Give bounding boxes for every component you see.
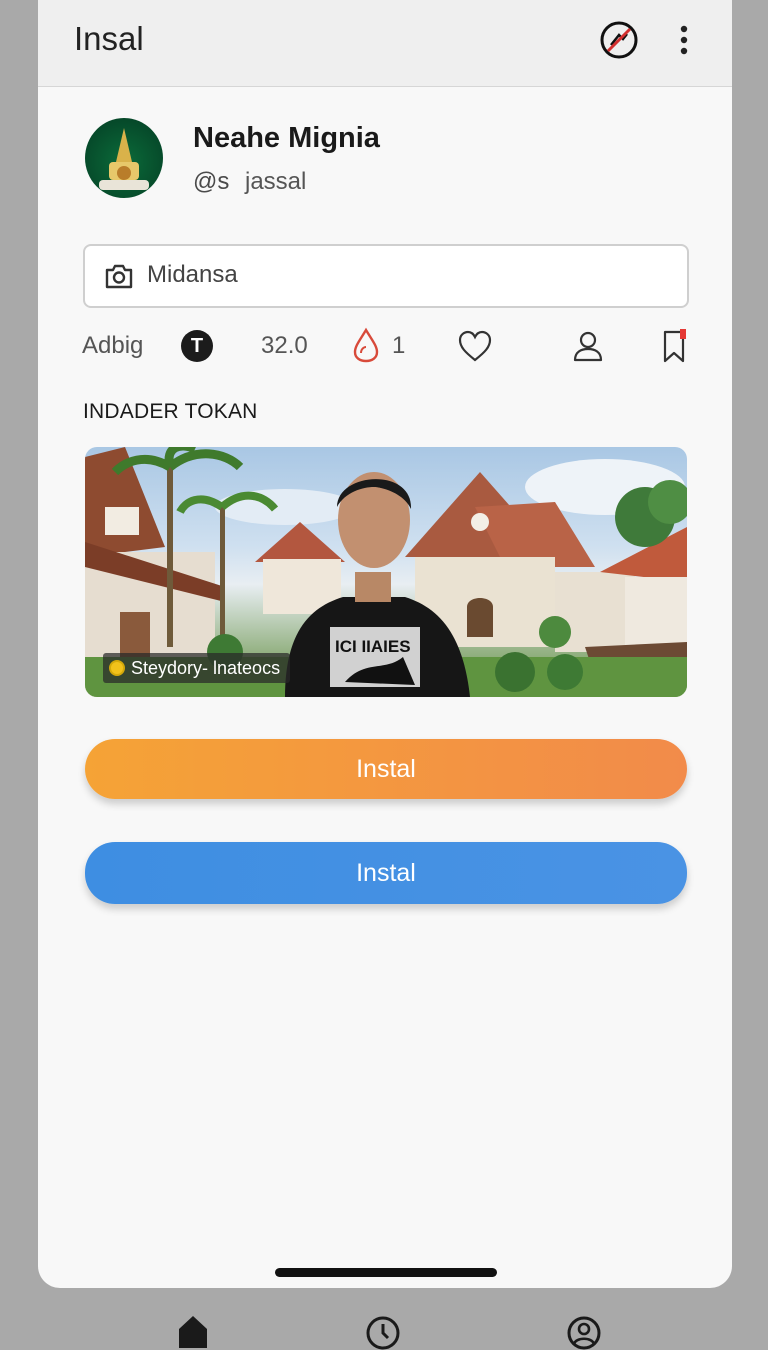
drop-count: 1 (392, 332, 406, 359)
app-title: Insal (74, 20, 144, 57)
profile-name: Neahe Mignia (193, 122, 380, 154)
caption-badge-icon (109, 660, 125, 676)
person-icon[interactable] (571, 329, 605, 363)
stat-count: 32.0 (261, 332, 308, 359)
stat-label: Adbig (82, 332, 144, 359)
photo-caption: Steydory- lnateocs (103, 653, 291, 683)
shirt-text: ICI IIAIES (335, 637, 411, 656)
camera-icon (105, 264, 133, 289)
handle-icon: @s (193, 168, 230, 195)
search-label: Midansa (147, 261, 238, 288)
photo-caption-text: Steydory- lnateocs (131, 658, 281, 678)
section-title: INDADER TOKAN (83, 400, 258, 423)
home-icon[interactable] (176, 1314, 210, 1348)
drop-icon[interactable] (351, 327, 381, 363)
app-screen: Insal Neahe Mignia @s jassal Midansa Adb… (38, 0, 732, 1288)
heart-icon[interactable] (457, 329, 493, 363)
t-badge-icon[interactable]: T (181, 330, 213, 362)
featured-photo[interactable]: ICI IIAIES Steydory- lnateocs (85, 447, 687, 697)
avatar[interactable] (85, 118, 163, 198)
no-camera-icon[interactable] (599, 20, 639, 60)
profile-handle: jassal (245, 168, 307, 195)
clock-icon[interactable] (364, 1312, 402, 1350)
search-field[interactable]: Midansa (83, 244, 689, 308)
install-button-primary[interactable]: Instal (85, 739, 687, 799)
home-indicator[interactable] (275, 1268, 497, 1277)
install-button-secondary[interactable]: Instal (85, 842, 687, 904)
more-vertical-icon[interactable] (672, 22, 696, 58)
profile-icon[interactable] (565, 1312, 603, 1350)
stats-row: Adbig T 32.0 1 (38, 320, 732, 370)
top-app-bar: Insal (38, 0, 732, 87)
bookmark-icon[interactable] (662, 328, 688, 364)
